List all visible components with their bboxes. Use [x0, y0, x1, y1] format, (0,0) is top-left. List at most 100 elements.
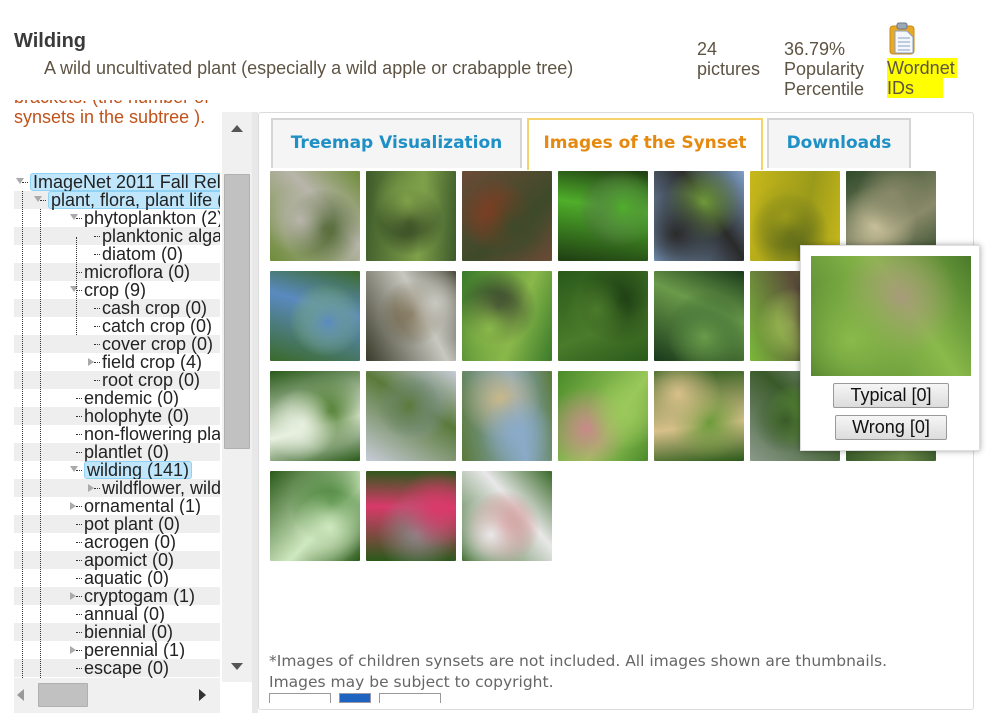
tree-node[interactable]: crop (9): [14, 281, 220, 299]
tree-node-label[interactable]: field crop (4): [102, 353, 202, 371]
tree-node[interactable]: ImageNet 2011 Fall Release: [14, 173, 220, 191]
tree-node[interactable]: non-flowering plant (0): [14, 425, 220, 443]
tree-node[interactable]: biennial (0): [14, 623, 220, 641]
image-thumbnail[interactable]: [654, 271, 744, 361]
horizontal-scroll-thumb[interactable]: [38, 683, 88, 707]
collapse-triangle-icon[interactable]: [70, 214, 78, 220]
tree-node-label[interactable]: non-flowering plant (0): [84, 425, 220, 443]
tree-node[interactable]: planktonic algae (0): [14, 227, 220, 245]
wrong-button[interactable]: Wrong [0]: [835, 415, 947, 440]
tree-node[interactable]: catch crop (0): [14, 317, 220, 335]
image-thumbnail[interactable]: [462, 271, 552, 361]
tree-node[interactable]: apomict (0): [14, 551, 220, 569]
tree-node[interactable]: microflora (0): [14, 263, 220, 281]
tree-node[interactable]: diatom (0): [14, 245, 220, 263]
tree-node-label[interactable]: pot plant (0): [84, 515, 180, 533]
tree-connector: [94, 380, 100, 381]
wordnet-label[interactable]: Wordnet: [887, 58, 957, 78]
image-thumbnail[interactable]: [270, 171, 360, 261]
tree-node[interactable]: ornamental (1): [14, 497, 220, 515]
tree-node[interactable]: wilding (141): [14, 461, 220, 479]
pager-button-prev[interactable]: [269, 693, 331, 703]
tree-node-label[interactable]: catch crop (0): [102, 317, 212, 335]
image-thumbnail[interactable]: [654, 171, 744, 261]
tree-node[interactable]: perennial (1): [14, 641, 220, 659]
image-thumbnail[interactable]: [270, 371, 360, 461]
scroll-left-arrow-icon[interactable]: [17, 689, 24, 701]
tree-node-label[interactable]: annual (0): [84, 605, 165, 623]
tree-node-label[interactable]: aquatic (0): [84, 569, 169, 587]
image-thumbnail[interactable]: [462, 471, 552, 561]
scroll-right-arrow-icon[interactable]: [199, 689, 206, 701]
tab-images-of-the-synset[interactable]: Images of the Synset: [527, 118, 763, 170]
clipboard-icon[interactable]: [888, 22, 918, 58]
tree-node-label[interactable]: planktonic algae (0): [102, 227, 220, 245]
tree-node[interactable]: annual (0): [14, 605, 220, 623]
tree-node-label[interactable]: cover crop (0): [102, 335, 213, 353]
collapse-triangle-icon[interactable]: [34, 196, 42, 202]
tree-node-label[interactable]: wildflower, wild flower (140): [102, 479, 220, 497]
image-thumbnail[interactable]: [462, 171, 552, 261]
tree-node-label[interactable]: holophyte (0): [84, 407, 189, 425]
vertical-scroll-thumb[interactable]: [224, 174, 250, 449]
preview-image[interactable]: [811, 256, 971, 376]
tree-node-label[interactable]: plant, flora, plant life (4486): [48, 191, 220, 209]
collapse-triangle-icon[interactable]: [16, 178, 24, 184]
tree-node[interactable]: wildflower, wild flower (140): [14, 479, 220, 497]
tree-node[interactable]: aquatic (0): [14, 569, 220, 587]
tree-node-label[interactable]: endemic (0): [84, 389, 179, 407]
tree-node[interactable]: cover crop (0): [14, 335, 220, 353]
tree-node-label[interactable]: plantlet (0): [84, 443, 169, 461]
pager-button-current[interactable]: [339, 693, 371, 703]
wordnet-ids-link[interactable]: Wordnet IDs: [887, 22, 957, 98]
tree-node-label[interactable]: perennial (1): [84, 641, 185, 659]
tree-node-label[interactable]: ImageNet 2011 Fall Release: [30, 173, 220, 191]
tree-node-label[interactable]: wilding (141): [84, 461, 193, 479]
tree-node-label[interactable]: phytoplankton (2): [84, 209, 220, 227]
tree-node-label[interactable]: microflora (0): [84, 263, 190, 281]
tab-downloads[interactable]: Downloads: [767, 118, 911, 168]
scroll-down-arrow-icon[interactable]: [231, 663, 243, 670]
image-thumbnail[interactable]: [558, 171, 648, 261]
typical-button[interactable]: Typical [0]: [833, 383, 949, 408]
image-thumbnail[interactable]: [654, 371, 744, 461]
tree-node[interactable]: endemic (0): [14, 389, 220, 407]
tree-node-label[interactable]: biennial (0): [84, 623, 173, 641]
tree-node[interactable]: phytoplankton (2): [14, 209, 220, 227]
tree-node[interactable]: escape (0): [14, 659, 220, 677]
image-thumbnail[interactable]: [366, 171, 456, 261]
tree-node-label[interactable]: ornamental (1): [84, 497, 201, 515]
tab-treemap-visualization[interactable]: Treemap Visualization: [271, 118, 522, 168]
collapse-triangle-icon[interactable]: [70, 466, 78, 472]
tree-node-label[interactable]: apomict (0): [84, 551, 174, 569]
image-thumbnail[interactable]: [462, 371, 552, 461]
ids-label[interactable]: IDs: [887, 78, 943, 98]
tree-node[interactable]: plant, flora, plant life (4486): [14, 191, 220, 209]
pager-button-next[interactable]: [379, 693, 441, 703]
tree-node[interactable]: field crop (4): [14, 353, 220, 371]
horizontal-scrollbar[interactable]: [14, 678, 220, 713]
image-thumbnail[interactable]: [366, 471, 456, 561]
tree-node-label[interactable]: root crop (0): [102, 371, 200, 389]
tree-node-label[interactable]: cash crop (0): [102, 299, 207, 317]
image-thumbnail[interactable]: [270, 471, 360, 561]
image-thumbnail[interactable]: [558, 371, 648, 461]
vertical-scrollbar[interactable]: [222, 112, 252, 682]
image-thumbnail[interactable]: [366, 371, 456, 461]
tree-node[interactable]: cash crop (0): [14, 299, 220, 317]
tree-node[interactable]: root crop (0): [14, 371, 220, 389]
tree-node[interactable]: cryptogam (1): [14, 587, 220, 605]
image-thumbnail[interactable]: [270, 271, 360, 361]
tree-node-label[interactable]: acrogen (0): [84, 533, 176, 551]
tree-node-label[interactable]: crop (9): [84, 281, 146, 299]
image-thumbnail[interactable]: [558, 271, 648, 361]
tree-node[interactable]: pot plant (0): [14, 515, 220, 533]
scroll-up-arrow-icon[interactable]: [231, 125, 243, 132]
tree-node-label[interactable]: escape (0): [84, 659, 169, 677]
tree-node[interactable]: holophyte (0): [14, 407, 220, 425]
tree-node-label[interactable]: cryptogam (1): [84, 587, 195, 605]
tree-node[interactable]: acrogen (0): [14, 533, 220, 551]
tree-node-label[interactable]: diatom (0): [102, 245, 183, 263]
image-thumbnail[interactable]: [366, 271, 456, 361]
tree-node[interactable]: plantlet (0): [14, 443, 220, 461]
